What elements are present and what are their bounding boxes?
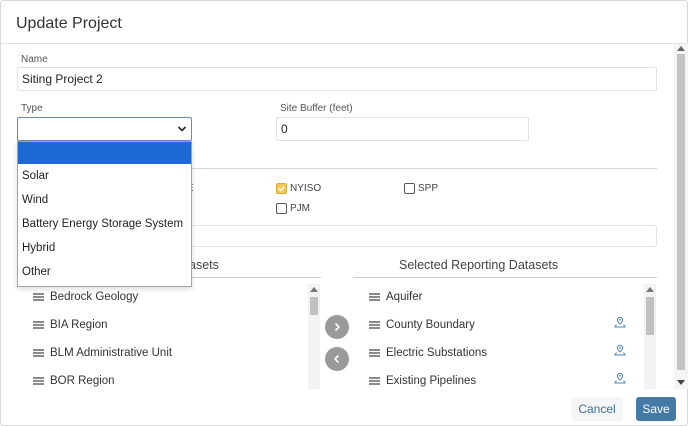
checkbox-icon bbox=[276, 203, 287, 214]
cancel-button[interactable]: Cancel bbox=[571, 397, 623, 421]
name-input[interactable]: Siting Project 2 bbox=[17, 67, 657, 91]
site-buffer-label: Site Buffer (feet) bbox=[280, 103, 353, 114]
drag-handle-icon[interactable] bbox=[33, 349, 44, 357]
map-pin-icon[interactable] bbox=[614, 344, 626, 356]
selected-title-underline bbox=[353, 277, 657, 278]
checkbox-label: NYISO bbox=[290, 183, 322, 194]
available-datasets-title: asets bbox=[189, 258, 219, 272]
list-item[interactable]: BOR Region bbox=[33, 370, 115, 389]
dialog-footer: Cancel Save bbox=[1, 390, 687, 426]
type-option-other[interactable]: Other bbox=[18, 260, 191, 284]
scrollbar-thumb[interactable] bbox=[646, 297, 654, 335]
type-option-wind[interactable]: Wind bbox=[18, 188, 191, 212]
chevron-left-icon bbox=[333, 354, 340, 364]
available-datasets-list: Bedrock Geology BIA Region BLM Administr… bbox=[33, 286, 303, 389]
move-right-button[interactable] bbox=[325, 315, 349, 339]
scrollbar-thumb[interactable] bbox=[310, 297, 318, 315]
list-item[interactable]: County Boundary bbox=[369, 314, 475, 336]
list-item[interactable]: Aquifer bbox=[369, 286, 422, 308]
save-button[interactable]: Save bbox=[636, 397, 676, 421]
type-option-solar[interactable]: Solar bbox=[18, 164, 191, 188]
checkbox-label: SPP bbox=[418, 183, 439, 194]
checkbox-spp[interactable]: SPP bbox=[404, 183, 438, 194]
checkbox-checked-icon bbox=[276, 183, 287, 194]
selected-datasets-title: Selected Reporting Datasets bbox=[399, 258, 559, 272]
scroll-up-icon[interactable] bbox=[646, 287, 654, 292]
type-dropdown-menu: Solar Wind Battery Energy Storage System… bbox=[17, 141, 192, 287]
selected-list-scrollbar[interactable] bbox=[644, 284, 656, 389]
type-option-empty[interactable] bbox=[18, 142, 191, 164]
list-item-label: BLM Administrative Unit bbox=[50, 347, 173, 359]
checkbox-label: PJM bbox=[290, 203, 310, 214]
list-item-label: County Boundary bbox=[386, 319, 475, 331]
type-select[interactable] bbox=[17, 117, 192, 141]
scroll-up-icon[interactable] bbox=[677, 46, 685, 51]
site-buffer-input[interactable]: 0 bbox=[276, 117, 529, 141]
list-item[interactable]: Existing Pipelines bbox=[369, 370, 476, 389]
move-left-button[interactable] bbox=[325, 347, 349, 371]
drag-handle-icon[interactable] bbox=[369, 321, 380, 329]
available-list-scrollbar[interactable] bbox=[308, 284, 320, 389]
checkbox-nyiso[interactable]: NYISO bbox=[276, 183, 321, 194]
chevron-down-icon bbox=[177, 126, 187, 132]
update-project-dialog: Update Project Name Siting Project 2 Typ… bbox=[0, 0, 688, 426]
map-pin-icon[interactable] bbox=[614, 316, 626, 328]
list-item[interactable]: Electric Substations bbox=[369, 342, 487, 364]
dialog-title: Update Project bbox=[16, 15, 122, 32]
type-option-hybrid[interactable]: Hybrid bbox=[18, 236, 191, 260]
drag-handle-icon[interactable] bbox=[369, 377, 380, 385]
list-item-label: Existing Pipelines bbox=[386, 375, 477, 387]
list-item[interactable]: BIA Region bbox=[33, 314, 108, 336]
type-label: Type bbox=[21, 103, 43, 114]
scroll-down-icon[interactable] bbox=[677, 380, 685, 385]
list-item-label: BOR Region bbox=[50, 375, 115, 387]
drag-handle-icon[interactable] bbox=[33, 293, 44, 301]
list-item[interactable]: BLM Administrative Unit bbox=[33, 342, 172, 364]
list-item[interactable]: Bedrock Geology bbox=[33, 286, 138, 308]
drag-handle-icon[interactable] bbox=[369, 293, 380, 301]
list-item-label: Aquifer bbox=[386, 291, 423, 303]
chevron-right-icon bbox=[334, 322, 341, 332]
selected-datasets-list: Aquifer County Boundary Electric Substat… bbox=[369, 286, 639, 389]
scroll-up-icon[interactable] bbox=[310, 287, 318, 292]
map-pin-icon[interactable] bbox=[614, 372, 626, 384]
drag-handle-icon[interactable] bbox=[369, 349, 380, 357]
dialog-header: Update Project bbox=[1, 1, 687, 44]
name-label: Name bbox=[21, 54, 48, 65]
checkbox-icon bbox=[404, 183, 415, 194]
drag-handle-icon[interactable] bbox=[33, 377, 44, 385]
list-item-label: Electric Substations bbox=[386, 347, 487, 359]
list-item-label: BIA Region bbox=[50, 319, 108, 331]
scrollbar-thumb[interactable] bbox=[677, 54, 685, 370]
list-item-label: Bedrock Geology bbox=[50, 291, 139, 303]
type-option-bess[interactable]: Battery Energy Storage System bbox=[18, 212, 191, 236]
checkbox-pjm[interactable]: PJM bbox=[276, 203, 310, 214]
drag-handle-icon[interactable] bbox=[33, 321, 44, 329]
dialog-scrollbar[interactable] bbox=[674, 44, 688, 389]
